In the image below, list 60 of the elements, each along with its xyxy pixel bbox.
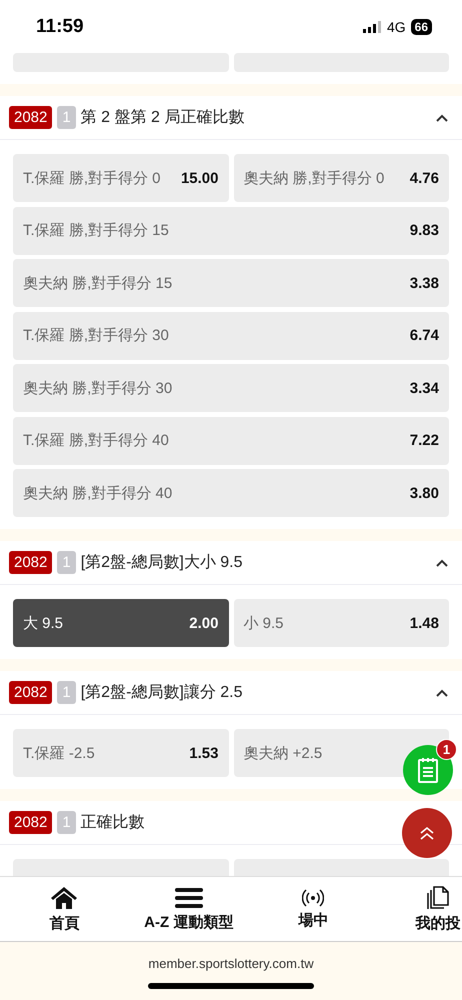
option-label: 大 9.5 (23, 614, 64, 632)
option-label: T.保羅 -2.5 (23, 744, 95, 762)
odds-option[interactable]: 奧夫納 勝,對手得分 30 3.34 (13, 364, 449, 412)
market-title: 第 2 盤第 2 局正確比數 (80, 108, 246, 128)
home-icon (50, 886, 78, 910)
odds-value: 3.80 (410, 484, 439, 502)
network-type: 4G (386, 18, 406, 34)
odds-value: 6.74 (410, 327, 439, 344)
option-label: T.保羅 勝,對手得分 40 (23, 431, 169, 450)
odds-option[interactable]: T.保羅 勝,對手得分 15 9.83 (13, 206, 449, 254)
menu-icon (174, 886, 203, 908)
option-label: 奧夫納 勝,對手得分 30 (23, 378, 172, 398)
double-chevron-up-icon (419, 826, 435, 840)
odds-value: 2.00 (189, 614, 218, 632)
market-title: [第2盤-總局數]讓分 2.5 (80, 682, 244, 703)
odds-value: 15.00 (180, 170, 218, 186)
odds-value: 9.83 (410, 222, 439, 239)
option-label: 奧夫納 勝,對手得分 15 (23, 274, 172, 292)
status-time: 11:59 (36, 16, 84, 38)
option-label: T.保羅 勝,對手得分 15 (23, 221, 169, 240)
event-number: 2082 (9, 811, 52, 834)
notepad-icon (417, 757, 439, 783)
odds-option[interactable]: 奧夫納 勝,對手得分 40 3.80 (13, 469, 449, 517)
odds-option[interactable]: T.保羅 勝,對手得分 0 15.00 (13, 154, 228, 202)
broadcast-icon (302, 888, 324, 906)
option-label: T.保羅 勝,對手得分 0 (23, 168, 161, 188)
chevron-up-icon[interactable] (436, 688, 448, 696)
chevron-up-icon[interactable] (436, 114, 448, 122)
odds-value: 3.38 (410, 274, 439, 292)
option-label: 奧夫納 勝,對手得分 40 (23, 484, 172, 502)
chevron-up-icon[interactable] (436, 558, 448, 566)
odds-option[interactable]: 奧夫納 勝,對手得分 0 4.76 (234, 154, 449, 202)
odds-option[interactable]: T.保羅 勝,對手得分 40 7.22 (13, 416, 449, 464)
nav-label[interactable]: 場中 (298, 910, 328, 930)
odds-value: 1.53 (189, 744, 218, 762)
odds-option[interactable]: 奧夫納 勝,對手得分 15 3.38 (13, 259, 449, 307)
event-number: 2082 (9, 106, 52, 129)
option-label: 小 9.5 (244, 614, 284, 632)
odds-option[interactable]: T.保羅 勝,對手得分 30 6.74 (13, 312, 449, 360)
signal-icon (362, 20, 382, 32)
odds-option[interactable]: 大 9.5 2.00 (13, 599, 228, 647)
odds-option[interactable]: T.保羅 -2.5 1.53 (13, 729, 228, 777)
event-number: 2082 (9, 551, 52, 574)
url-text: member.sportslottery.com.tw (148, 956, 314, 971)
option-label: 奧夫納 勝,對手得分 0 (244, 168, 384, 188)
odds-value: 1.48 (410, 614, 439, 632)
nav-label[interactable]: A-Z 運動類型 (144, 912, 234, 932)
odds-value: 4.76 (410, 170, 439, 186)
battery-level: 66 (410, 18, 432, 34)
nav-label[interactable]: 首頁 (49, 914, 80, 932)
market-title: [第2盤-總局數]大小 9.5 (80, 552, 244, 573)
odds-value: 3.34 (410, 380, 439, 396)
documents-icon (426, 886, 450, 910)
nav-label[interactable]: 我的投 (415, 914, 460, 932)
option-label: T.保羅 勝,對手得分 30 (23, 326, 169, 345)
market-title: 正確比數 (80, 812, 146, 833)
odds-value: 7.22 (410, 432, 439, 449)
event-number: 2082 (9, 681, 52, 704)
option-label: 奧夫納 +2.5 (244, 744, 322, 762)
odds-option[interactable]: 小 9.5 1.48 (234, 599, 449, 647)
